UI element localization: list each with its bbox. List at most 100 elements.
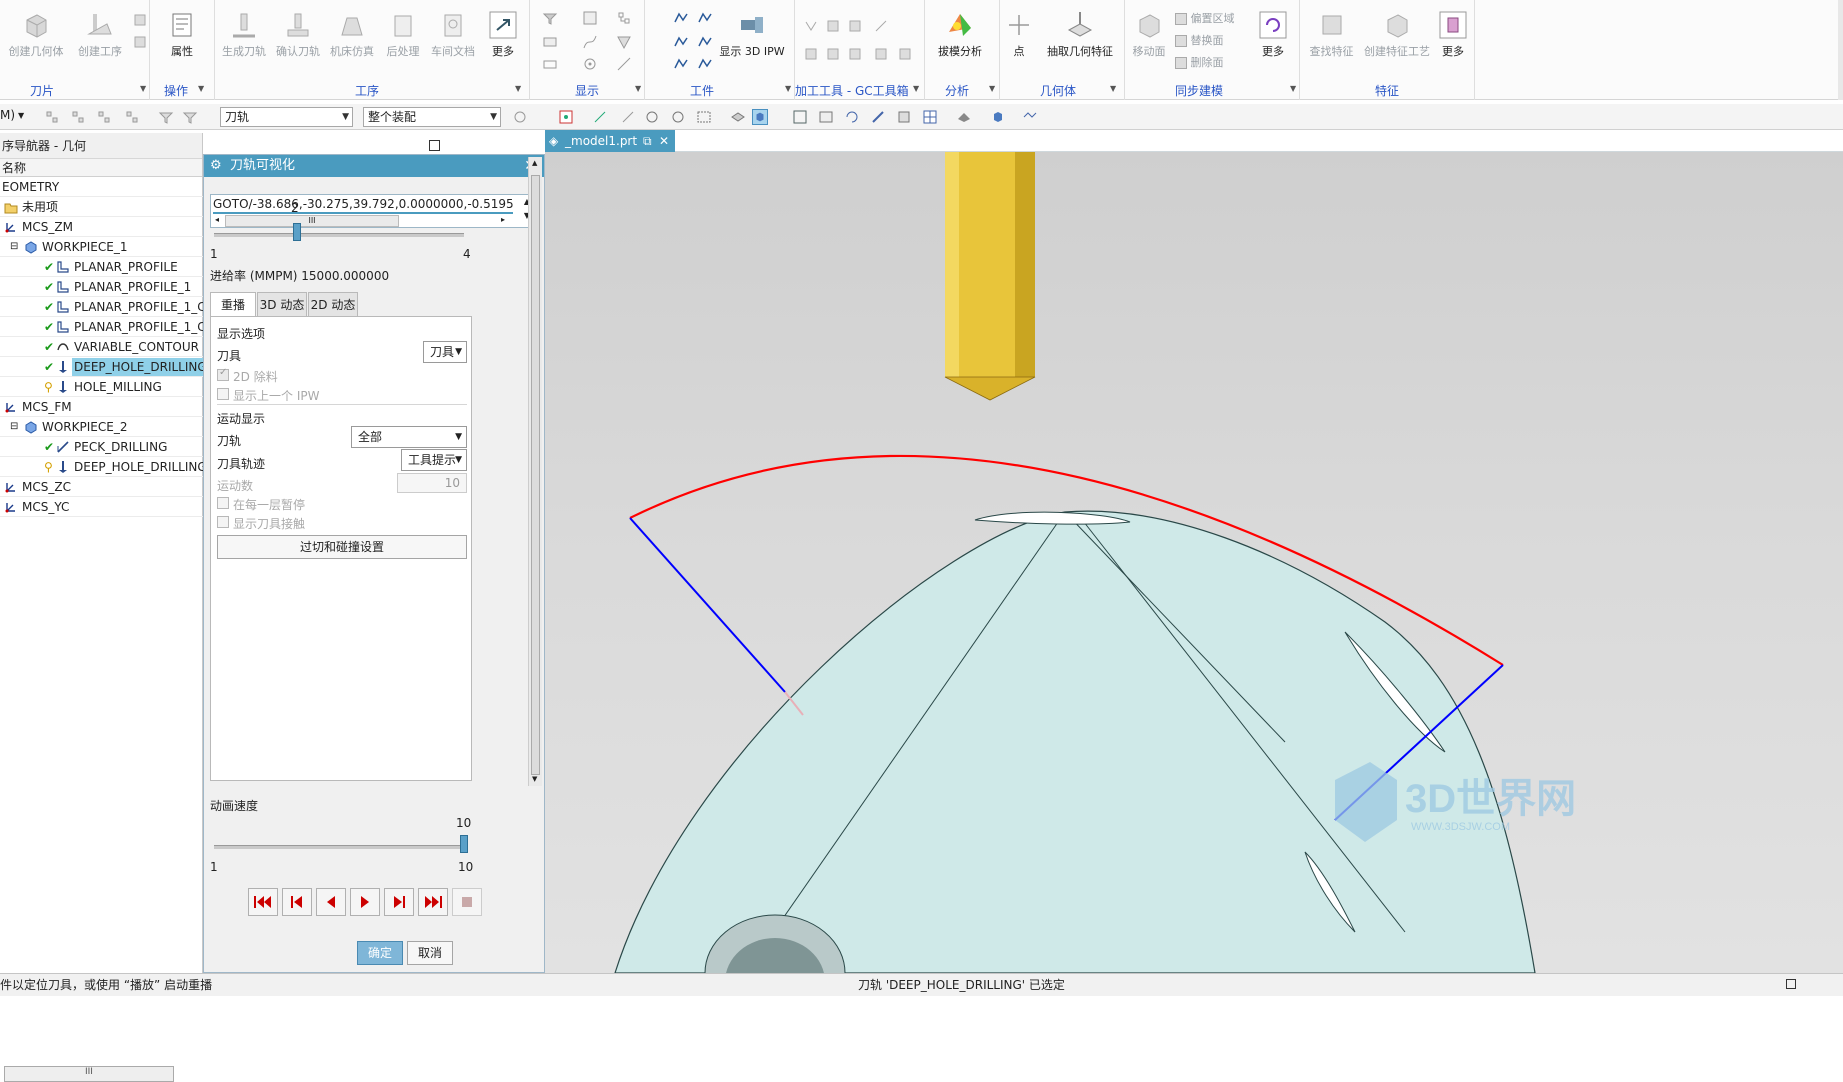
select-icon-2[interactable]	[70, 109, 86, 125]
part-face[interactable]	[614, 510, 1536, 973]
display-circle-icon[interactable]	[582, 56, 598, 72]
checkbox-prev-ipw[interactable]	[217, 388, 229, 400]
tree-row[interactable]: ✔ PECK_DRILLING	[0, 437, 203, 457]
motion-count-input[interactable]: 10	[397, 473, 467, 493]
orient-icon[interactable]	[896, 109, 912, 125]
rewind-to-start-button[interactable]	[248, 888, 278, 916]
collapse-icon[interactable]: ⊟	[10, 237, 18, 256]
display-line-icon[interactable]	[616, 56, 632, 72]
tree-row[interactable]: MCS_ZM	[0, 217, 203, 237]
fast-forward-button[interactable]	[418, 888, 448, 916]
tree-row[interactable]: ✔ DEEP_HOLE_DRILLING	[0, 357, 203, 377]
stop-button[interactable]	[452, 888, 482, 916]
tree-row[interactable]: MCS_FM	[0, 397, 203, 417]
group-dropdown-icon[interactable]: ▼	[515, 84, 521, 93]
toolpath-line[interactable]	[629, 517, 786, 693]
more-sync-button[interactable]: 更多	[1253, 10, 1293, 59]
group-dropdown-icon[interactable]: ▼	[1110, 84, 1116, 93]
restore-icon[interactable]	[429, 140, 440, 151]
goto-text[interactable]: GOTO/-38.686,-30.275,39.792,0.0000000,-0…	[213, 197, 513, 211]
move-face-button[interactable]: 移动面	[1129, 10, 1169, 59]
small-tool-icon[interactable]	[132, 12, 148, 28]
scroll-up-icon[interactable]: ▲	[532, 159, 537, 167]
select-icon-3[interactable]	[96, 109, 112, 125]
extract-geometry-button[interactable]: 抽取几何特征	[1040, 10, 1120, 59]
step-slider-thumb[interactable]	[293, 223, 302, 241]
tab-replay[interactable]: 重播	[210, 292, 256, 316]
group-dropdown-icon[interactable]: ▼	[635, 84, 641, 93]
ribbon-scroll[interactable]	[1838, 0, 1843, 100]
group-dropdown-icon[interactable]: ▼	[785, 84, 791, 93]
tree-row[interactable]: MCS_ZC	[0, 477, 203, 497]
gc-tool-icon-1[interactable]	[803, 18, 819, 34]
fit-icon[interactable]	[792, 109, 808, 125]
scope-combo[interactable]: 整个装配 ▼	[363, 107, 501, 127]
play-button[interactable]	[350, 888, 380, 916]
cancel-button[interactable]: 取消	[407, 941, 453, 965]
display-cone-icon[interactable]	[616, 34, 632, 50]
select-icon[interactable]	[44, 109, 60, 125]
checkbox-2d-material[interactable]: ✓	[217, 367, 229, 381]
properties-button[interactable]: 属性	[158, 10, 206, 59]
navigator-scrollbar[interactable]: III	[4, 1066, 174, 1082]
tree-row[interactable]: 未用项	[0, 197, 203, 217]
display-filter-icon[interactable]	[542, 10, 558, 26]
create-feature-process-button[interactable]: 创建特征工艺	[1362, 10, 1432, 59]
delete-face-button[interactable]: 删除面	[1175, 54, 1245, 70]
animation-speed-thumb[interactable]	[460, 835, 468, 853]
goto-hscroll-thumb[interactable]: III	[225, 215, 399, 227]
scroll-down-icon[interactable]: ▼	[532, 775, 537, 783]
filter-icon[interactable]	[158, 109, 174, 125]
scroll-right-icon[interactable]: ▸	[501, 215, 505, 224]
close-icon[interactable]: ✕	[659, 130, 669, 152]
box-select-icon[interactable]	[696, 109, 712, 125]
gouge-collision-settings-button[interactable]: 过切和碰撞设置	[217, 535, 467, 559]
group-dropdown-icon[interactable]: ▼	[989, 84, 995, 93]
snap-quadrant-icon[interactable]	[670, 109, 686, 125]
draft-analysis-button[interactable]: 拔模分析	[931, 10, 989, 59]
select-icon-4[interactable]	[124, 109, 140, 125]
path-show-icon-3[interactable]	[673, 34, 689, 50]
tool-track-combo[interactable]: 工具提示 ▼	[401, 449, 467, 471]
toolbar-left-label[interactable]: M)	[0, 108, 15, 122]
generate-path-button[interactable]: 生成刀轨	[219, 10, 269, 59]
shop-doc-button[interactable]: 车间文档	[428, 10, 478, 59]
tree-row[interactable]: ⚲ HOLE_MILLING	[0, 377, 203, 397]
tab-2d-dynamic[interactable]: 2D 动态	[308, 292, 358, 316]
more-process-button[interactable]: 更多	[483, 10, 523, 59]
gc-tool-icon-5[interactable]	[803, 46, 819, 62]
snap-end-icon[interactable]	[592, 109, 608, 125]
navigator-column-header[interactable]: 名称	[0, 159, 202, 177]
gear-icon[interactable]: ⚙	[210, 155, 222, 177]
layout-icon[interactable]	[922, 109, 938, 125]
offset-region-button[interactable]: 偏置区域	[1175, 10, 1245, 26]
animation-speed-track[interactable]	[214, 845, 464, 849]
dialog-scrollbar[interactable]: ▲ ▼	[528, 157, 542, 786]
rotate-icon[interactable]	[844, 109, 860, 125]
small-tool-icon-2[interactable]	[132, 34, 148, 50]
gc-tool-icon-9[interactable]	[897, 46, 913, 62]
step-back-button[interactable]	[282, 888, 312, 916]
snap-point-icon[interactable]	[558, 109, 574, 125]
graphics-viewport[interactable]: 3D世界网 WWW.3DSJW.COM	[545, 152, 1843, 973]
type-filter-combo[interactable]: 刀轨 ▼	[220, 107, 353, 127]
tree-row[interactable]: ✔ PLANAR_PROFILE_1_C	[0, 317, 203, 337]
create-geometry-button[interactable]: 创建几何体	[6, 10, 66, 59]
tree-row[interactable]: ✔ VARIABLE_CONTOUR	[0, 337, 203, 357]
machine-sim-button[interactable]: 机床仿真	[327, 10, 377, 59]
step-slider-track[interactable]	[214, 233, 464, 237]
path-show-icon-6[interactable]	[697, 56, 713, 72]
display-box-icon[interactable]	[542, 34, 558, 50]
dialog-scroll-thumb[interactable]	[531, 175, 540, 775]
collapse-icon[interactable]: ⊟	[10, 417, 18, 436]
gc-tool-icon-7[interactable]	[847, 46, 863, 62]
gc-tool-icon-8[interactable]	[873, 46, 889, 62]
shaded-icon[interactable]	[990, 109, 1006, 125]
find-feature-button[interactable]: 查找特征	[1304, 10, 1359, 59]
checkbox-show-contact[interactable]	[217, 516, 229, 528]
filter-icon-2[interactable]	[182, 109, 198, 125]
checkbox-pause-each-level[interactable]	[217, 497, 229, 509]
tree-row[interactable]: ✔ PLANAR_PROFILE_1_C	[0, 297, 203, 317]
path-show-icon-2[interactable]	[697, 10, 713, 26]
chevron-down-icon[interactable]: ▼	[18, 111, 24, 120]
